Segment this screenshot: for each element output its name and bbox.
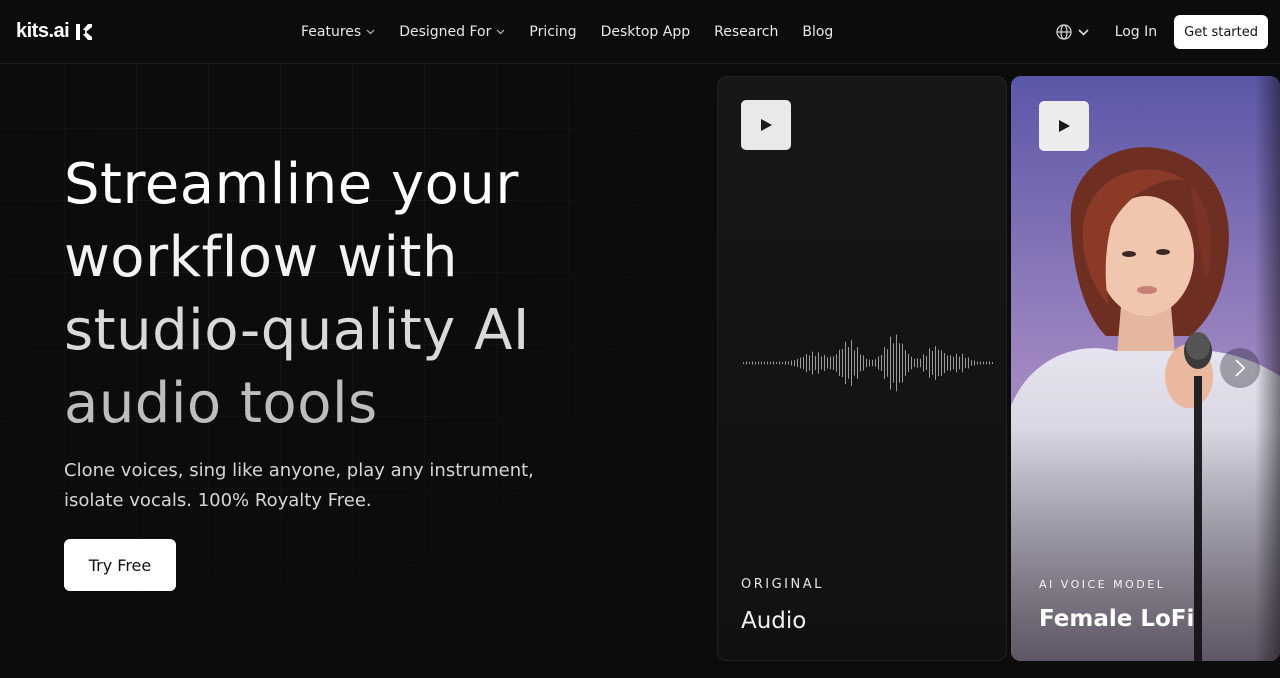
nav-item-label: Research [714,24,779,40]
card-label: AI VOICE MODEL [1039,578,1166,591]
nav-item-pricing[interactable]: Pricing [529,24,576,40]
nav-item-desktop-app[interactable]: Desktop App [601,24,691,40]
original-audio-card[interactable]: ORIGINAL Audio [717,76,1007,661]
hero-subtitle: Clone voices, sing like anyone, play any… [64,456,584,516]
get-started-button[interactable]: Get started [1174,15,1268,49]
login-link[interactable]: Log In [1115,24,1157,40]
hero-title: Streamline your workflow with studio-qua… [64,148,684,440]
play-icon [1059,120,1070,132]
chevron-down-icon [366,29,375,35]
card-name: Female LoFi [1039,606,1195,632]
site-header: kits.ai Features Designed For Pricing De… [0,0,1280,64]
carousel-next-button[interactable] [1220,348,1260,388]
hero-title-line: workflow with [64,225,458,290]
brand-logo[interactable]: kits.ai [16,20,93,43]
globe-icon [1056,24,1072,40]
card-name: Audio [741,608,807,634]
audio-waveform [743,334,993,392]
chevron-right-icon [1235,359,1246,377]
nav-item-designed-for[interactable]: Designed For [399,24,505,40]
hero-title-line: Streamline your [64,152,519,217]
card-label: ORIGINAL [741,577,824,592]
hero-title-line: audio tools [64,371,378,436]
hero-subtitle-line: isolate vocals. 100% Royalty Free. [64,490,372,511]
play-icon [761,119,772,131]
chevron-down-icon [496,29,505,35]
main-nav: Features Designed For Pricing Desktop Ap… [301,0,833,64]
nav-item-features[interactable]: Features [301,24,375,40]
hero-subtitle-line: Clone voices, sing like anyone, play any… [64,460,534,481]
nav-item-label: Designed For [399,24,492,40]
header-actions: Log In Get started [1056,0,1268,64]
nav-item-label: Features [301,24,362,40]
try-free-button[interactable]: Try Free [64,539,176,591]
brand-name: kits.ai [16,20,70,42]
language-selector[interactable] [1056,24,1089,40]
nav-item-blog[interactable]: Blog [802,24,833,40]
logo-mark-icon [75,23,93,41]
nav-item-label: Desktop App [600,24,691,40]
hero-title-line: studio-quality AI [64,298,530,363]
chevron-down-icon [1078,28,1089,36]
play-button[interactable] [1039,101,1089,151]
nav-item-label: Blog [802,24,834,40]
play-button[interactable] [741,100,791,150]
nav-item-research[interactable]: Research [714,24,778,40]
nav-item-label: Pricing [529,24,577,40]
